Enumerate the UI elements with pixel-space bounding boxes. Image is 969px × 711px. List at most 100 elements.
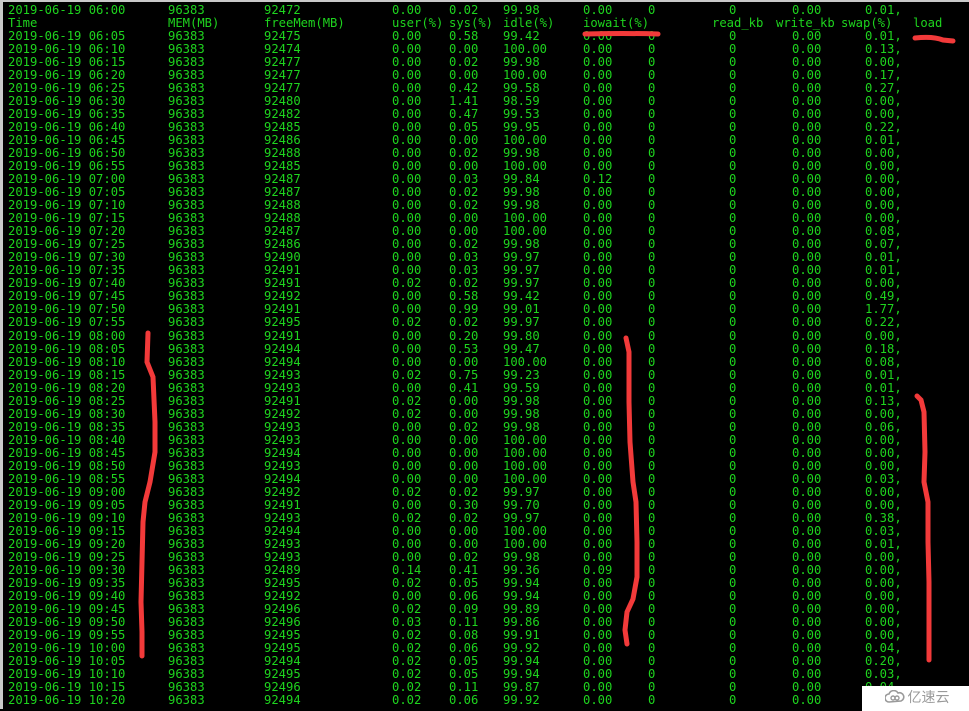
cell-sys: 0.00: [449, 445, 479, 460]
cell-iowait: 0.00: [583, 315, 613, 330]
cell-write-kb: 0.00: [792, 549, 822, 564]
cell-write-kb: 0.00: [792, 419, 822, 434]
cell-mem: 96383: [168, 536, 205, 551]
cell-write-kb: 0.00: [792, 562, 822, 577]
cell-sys: 0.06: [449, 588, 479, 603]
cell-sys: 0.00: [449, 354, 479, 369]
cell-idle: 99.91: [503, 627, 540, 642]
cell-mem: 96383: [168, 523, 205, 538]
cell-mem: 96383: [168, 419, 205, 434]
cell-time: 2019-06-19 09:00: [8, 484, 126, 499]
cell-iowait: 0.00: [583, 328, 613, 343]
cell-col-7: 0: [648, 693, 656, 708]
cell-idle: 99.70: [503, 497, 540, 512]
cell-read-kb: 0: [729, 341, 737, 356]
cell-write-kb: 0.00: [792, 354, 822, 369]
cell-col-7: 0: [648, 484, 656, 499]
cell-user: 0.00: [392, 523, 422, 538]
cell-read-kb: 0: [729, 693, 737, 708]
cell-col-7: 0: [648, 601, 656, 616]
cell-user: 0.02: [392, 406, 422, 421]
cell-col-7: 0: [648, 549, 656, 564]
cell-free-mem: 92493: [264, 549, 301, 564]
cell-mem: 96383: [168, 627, 205, 642]
cell-read-kb: 0: [729, 627, 737, 642]
cell-user: 0.02: [392, 627, 422, 642]
cell-mem: 96383: [168, 614, 205, 629]
cell-iowait: 0.00: [583, 484, 613, 499]
cell-user: 0.02: [392, 367, 422, 382]
cell-swap-load: 0.00,: [865, 406, 902, 421]
cell-sys: 0.00: [449, 458, 479, 473]
cell-read-kb: 0: [729, 510, 737, 525]
cell-idle: 99.23: [503, 367, 540, 382]
cell-sys: 0.02: [449, 419, 479, 434]
cell-write-kb: 0.00: [792, 536, 822, 551]
cell-iowait: 0.00: [583, 341, 613, 356]
cell-user: 0.00: [392, 588, 422, 603]
cell-sys: 0.00: [449, 432, 479, 447]
cell-write-kb: 0.00: [792, 380, 822, 395]
cell-write-kb: 0.00: [792, 367, 822, 382]
cell-mem: 96383: [168, 601, 205, 616]
cell-write-kb: 0.00: [792, 458, 822, 473]
cell-col-7: 0: [648, 432, 656, 447]
cell-iowait: 0.00: [583, 575, 613, 590]
cell-time: 2019-06-19 09:15: [8, 523, 126, 538]
cell-sys: 0.41: [449, 380, 479, 395]
cell-iowait: 0.00: [583, 419, 613, 434]
watermark: 亿速云: [862, 686, 969, 711]
cell-mem: 96383: [168, 341, 205, 356]
cell-sys: 0.05: [449, 575, 479, 590]
cell-write-kb: 0.00: [792, 575, 822, 590]
cell-read-kb: 0: [729, 315, 737, 330]
cell-time: 2019-06-19 09:05: [8, 497, 126, 512]
terminal-window[interactable]: 2019-06-19 06:00 96383 92472 0.00 0.02 99.98 0…: [0, 0, 969, 711]
cell-idle: 100.00: [503, 458, 548, 473]
cell-mem: 96383: [168, 497, 205, 512]
cell-read-kb: 0: [729, 575, 737, 590]
cell-idle: 100.00: [503, 445, 548, 460]
cell-time: 2019-06-19 09:45: [8, 601, 126, 616]
cell-read-kb: 0: [729, 380, 737, 395]
cell-write-kb: 0.00: [792, 315, 822, 330]
cell-free-mem: 92495: [264, 315, 301, 330]
cell-idle: 99.98: [503, 406, 540, 421]
cell-user: 0.02: [392, 601, 422, 616]
cell-time: 2019-06-19 09:50: [8, 614, 126, 629]
cell-user: 0.00: [392, 536, 422, 551]
cell-read-kb: 0: [729, 562, 737, 577]
cell-mem: 96383: [168, 406, 205, 421]
cell-write-kb: 0.00: [792, 406, 822, 421]
cell-col-7: 0: [648, 406, 656, 421]
cell-iowait: 0.00: [583, 432, 613, 447]
cell-user: 0.02: [392, 510, 422, 525]
annotation-line-load: [914, 393, 932, 663]
cell-free-mem: 92493: [264, 536, 301, 551]
annotation-underline-load: [912, 34, 956, 44]
cell-time: 2019-06-19 08:55: [8, 471, 126, 486]
cell-user: 0.00: [392, 354, 422, 369]
cell-time: 2019-06-19 08:25: [8, 393, 126, 408]
cell-time: 2019-06-19 09:30: [8, 562, 126, 577]
header-load: load: [913, 16, 943, 31]
cell-col-7: 0: [648, 471, 656, 486]
cell-col-7: 0: [648, 419, 656, 434]
cell-mem: 96383: [168, 380, 205, 395]
cell-user: 0.00: [392, 497, 422, 512]
cell-idle: 99.94: [503, 575, 540, 590]
cell-swap-load: 0.00,: [865, 614, 902, 629]
cell-iowait: 0.00: [583, 458, 613, 473]
cell-user: 0.00: [392, 549, 422, 564]
cell-iowait: 0.00: [583, 627, 613, 642]
cell-write-kb: 0.00: [792, 484, 822, 499]
cell-idle: 99.97: [503, 315, 540, 330]
cell-idle: 99.86: [503, 614, 540, 629]
cell-sys: 0.02: [449, 549, 479, 564]
cell-free-mem: 92494: [264, 445, 301, 460]
cell-read-kb: 0: [729, 614, 737, 629]
cell-swap-load: 0.00,: [865, 575, 902, 590]
cell-sys: 0.09: [449, 601, 479, 616]
cell-free-mem: 92491: [264, 328, 301, 343]
cell-read-kb: 0: [729, 406, 737, 421]
